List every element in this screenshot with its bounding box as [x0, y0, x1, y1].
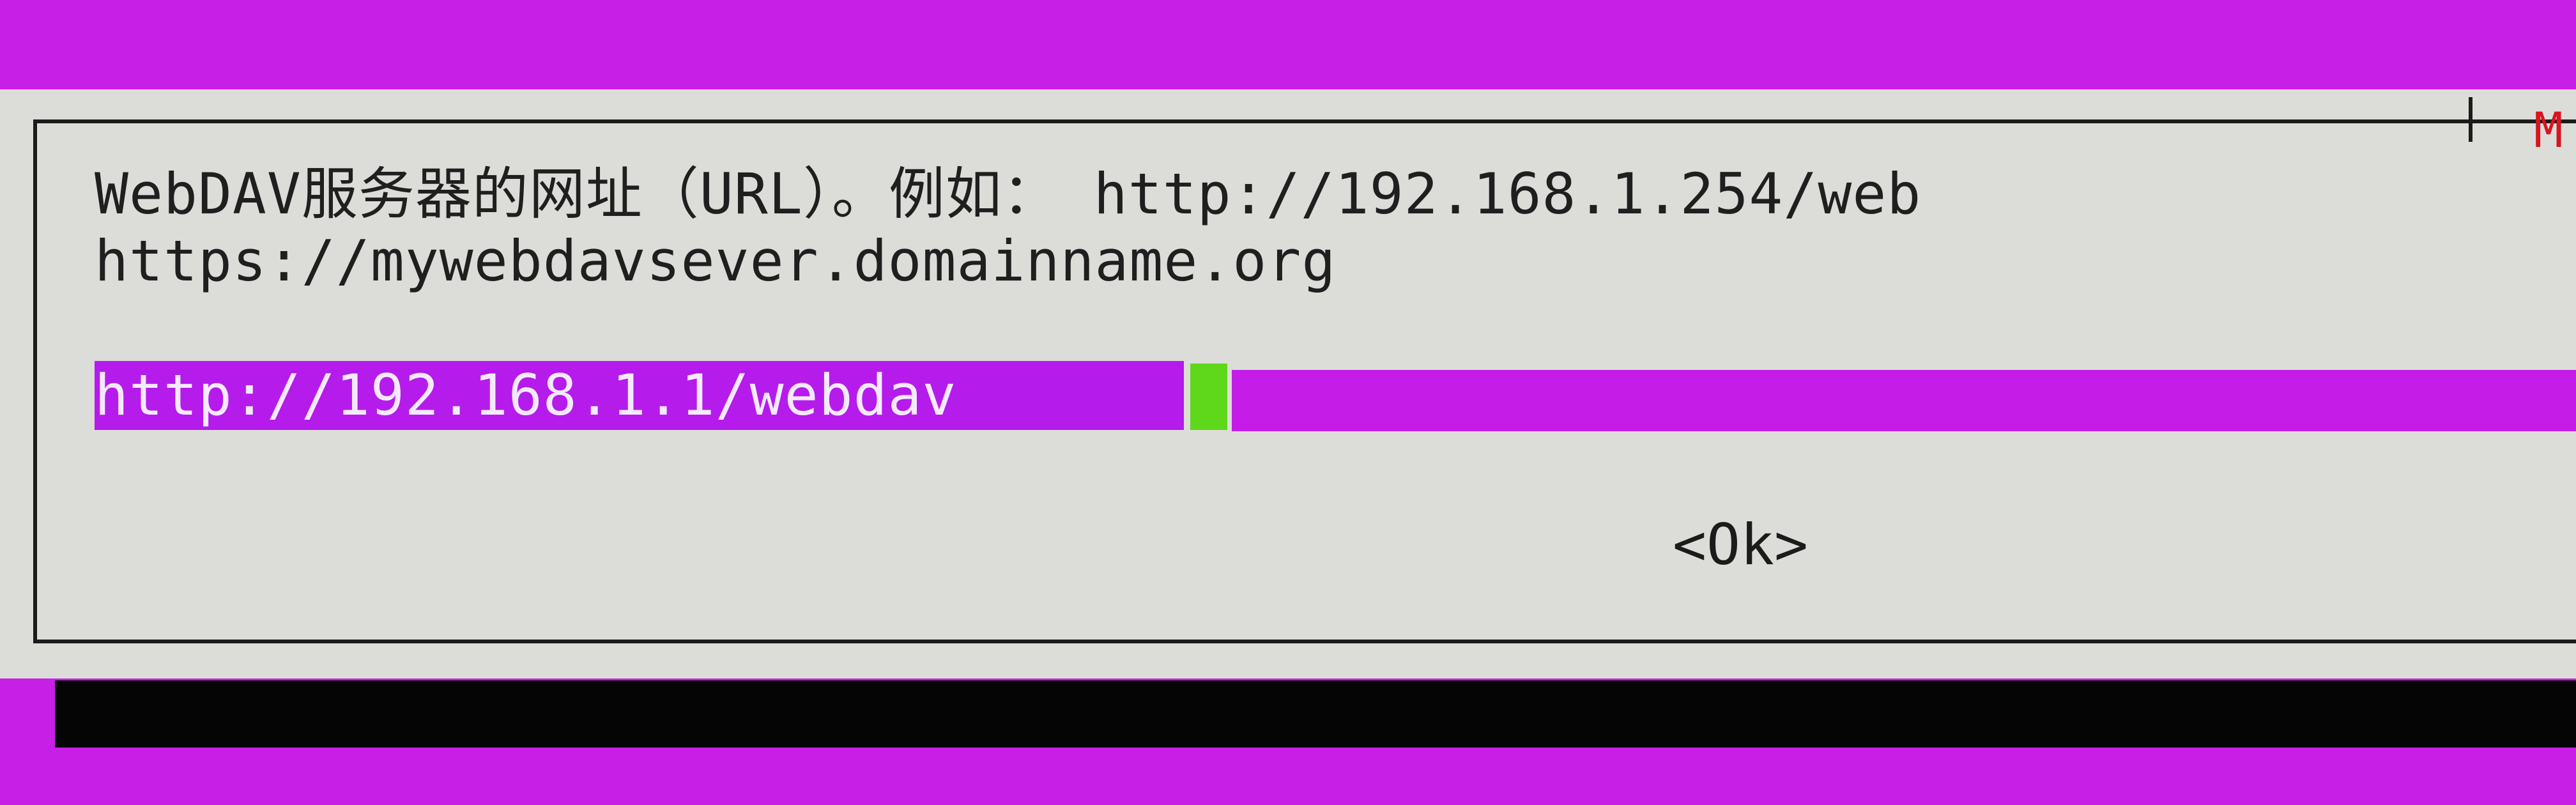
webdav-url-input[interactable] — [95, 361, 1184, 430]
dialog-title-fragment: M — [2534, 102, 2563, 158]
prompt-text-line-2: https://mywebdavsever.domainname.org — [95, 228, 1337, 294]
dialog-shadow — [55, 680, 2576, 747]
prompt-text-line-1: WebDAV服务器的网址（URL）。例如： http://192.168.1.2… — [95, 161, 1922, 227]
ok-button[interactable]: <Ok> — [1673, 514, 1808, 576]
input-field-underscores: ________________________________________ — [1232, 384, 2576, 440]
text-cursor — [1190, 364, 1227, 430]
title-divider — [2469, 97, 2472, 142]
url-entry-row[interactable]: ________________________________________ — [95, 361, 2576, 441]
webdav-url-dialog: M WebDAV服务器的网址（URL）。例如： http://192.168.1… — [0, 89, 2576, 678]
installer-screen: M WebDAV服务器的网址（URL）。例如： http://192.168.1… — [0, 0, 2576, 805]
